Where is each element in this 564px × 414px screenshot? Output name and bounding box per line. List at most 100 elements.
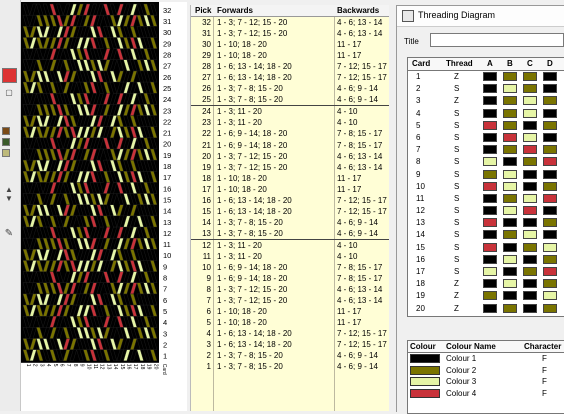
hole-cell-b[interactable] [503,145,517,155]
hole-cell-d[interactable] [543,132,557,142]
card-row[interactable]: 4S [408,108,564,120]
hole-cell-a[interactable] [483,120,497,130]
hole-cell-c[interactable] [523,193,537,203]
colour-swatch[interactable] [410,354,440,363]
hole-cell-d[interactable] [543,72,557,81]
stamp-tool-icon[interactable]: ✎ [3,229,15,239]
thread-direction[interactable]: S [454,120,459,132]
pick-row[interactable]: 20 1 - 3; 7 - 12; 15 - 20 4 - 6; 13 - 14 [191,151,389,162]
card-row[interactable]: 15 S [408,242,564,254]
hole-cell-d[interactable] [543,242,557,252]
hole-cell-a[interactable] [483,303,497,313]
hole-cell-b[interactable] [503,96,517,106]
pick-row[interactable]: 4 1 - 6; 13 - 14; 18 - 20 7 - 12; 15 - 17 [191,328,389,339]
pick-row[interactable]: 13 1 - 3; 7 - 8; 15 - 20 4 - 6; 9 - 14 [191,228,389,240]
hole-cell-b[interactable] [503,181,517,191]
hole-cell-b[interactable] [503,254,517,264]
hole-cell-d[interactable] [543,303,557,313]
hole-cell-b[interactable] [503,206,517,216]
hole-cell-c[interactable] [523,230,537,240]
card-row[interactable]: 5S [408,120,564,132]
pick-row[interactable]: 16 1 - 6; 13 - 14; 18 - 20 7 - 12; 15 - 17 [191,195,389,206]
hole-cell-a[interactable] [483,84,497,94]
pick-row[interactable]: 5 1 - 10; 18 - 20 11 - 17 [191,317,389,328]
hole-cell-d[interactable] [543,84,557,94]
hole-cell-c[interactable] [523,242,537,252]
hole-cell-d[interactable] [543,108,557,118]
hole-cell-b[interactable] [503,242,517,252]
hole-cell-d[interactable] [543,181,557,191]
pattern-preview[interactable]: 32 31 30 29 28 27 26 25 24 23 22 21 20 19 18 17 16 15 14 13… [21,2,187,411]
card-row[interactable]: 1Z [408,71,564,83]
card-row[interactable]: 17 S [408,266,564,278]
hole-cell-c[interactable] [523,181,537,191]
hole-cell-a[interactable] [483,108,497,118]
hole-cell-c[interactable] [523,206,537,216]
thread-direction[interactable]: S [454,242,459,254]
pick-row[interactable]: 29 1 - 10; 18 - 20 11 - 17 [191,50,389,61]
hole-cell-c[interactable] [523,157,537,167]
pick-row[interactable]: 30 1 - 10; 18 - 20 11 - 17 [191,39,389,50]
pick-row[interactable]: 10 1 - 6; 9 - 14; 18 - 20 7 - 8; 15 - 17 [191,262,389,273]
hole-cell-d[interactable] [543,169,557,179]
thread-direction[interactable]: S [454,254,459,266]
pick-row[interactable]: 32 1 - 3; 7 - 12; 15 - 20 4 - 6; 13 - 14 [191,17,389,28]
hole-cell-b[interactable] [503,230,517,240]
hole-cell-c[interactable] [523,218,537,228]
hole-cell-a[interactable] [483,157,497,167]
hole-cell-c[interactable] [523,279,537,289]
title-input[interactable] [430,33,564,47]
hole-cell-a[interactable] [483,72,497,81]
pick-row[interactable]: 18 1 - 10; 18 - 20 11 - 17 [191,173,389,184]
card-row[interactable]: 7S [408,144,564,156]
colour-swatch[interactable] [410,365,440,375]
hole-cell-b[interactable] [503,279,517,289]
hole-cell-d[interactable] [543,96,557,106]
hole-cell-d[interactable] [543,230,557,240]
hole-cell-b[interactable] [503,267,517,276]
thread-direction[interactable]: S [454,144,459,156]
hole-cell-d[interactable] [543,145,557,155]
pick-row[interactable]: 21 1 - 6; 9 - 14; 18 - 20 7 - 8; 15 - 17 [191,140,389,151]
thread-direction[interactable]: Z [454,95,459,107]
hole-cell-b[interactable] [503,169,517,179]
hole-cell-d[interactable] [543,279,557,289]
card-row[interactable]: 2S [408,83,564,95]
palette-swatch-brown[interactable] [2,127,10,135]
pick-row[interactable]: 15 1 - 6; 13 - 14; 18 - 20 7 - 12; 15 - 17 [191,206,389,217]
pick-row[interactable]: 17 1 - 10; 18 - 20 11 - 17 [191,184,389,195]
hole-cell-c[interactable] [523,108,537,118]
pick-row[interactable]: 22 1 - 6; 9 - 14; 18 - 20 7 - 8; 15 - 17 [191,128,389,139]
hole-cell-b[interactable] [503,157,517,167]
hole-cell-b[interactable] [503,132,517,142]
thread-direction[interactable]: Z [454,71,459,83]
hole-cell-b[interactable] [503,108,517,118]
card-row[interactable]: 6S [408,132,564,144]
hole-cell-a[interactable] [483,242,497,252]
hole-cell-c[interactable] [523,84,537,94]
palette-swatch-green[interactable] [2,138,10,146]
card-row[interactable]: 18 Z [408,278,564,290]
pick-row[interactable]: 7 1 - 3; 7 - 12; 15 - 20 4 - 6; 13 - 14 [191,295,389,306]
hole-cell-b[interactable] [503,72,517,81]
hole-cell-d[interactable] [543,193,557,203]
hole-cell-a[interactable] [483,169,497,179]
hole-cell-d[interactable] [543,206,557,216]
card-row[interactable]: 20 Z [408,303,564,315]
card-row[interactable]: 14 S [408,229,564,241]
pick-row[interactable]: 6 1 - 10; 18 - 20 11 - 17 [191,306,389,317]
hole-cell-d[interactable] [543,157,557,167]
card-row[interactable]: 16 S [408,254,564,266]
card-row[interactable]: 10 S [408,181,564,193]
pick-row[interactable]: 28 1 - 6; 13 - 14; 18 - 20 7 - 12; 15 - 17 [191,61,389,72]
card-row[interactable]: 19 Z [408,290,564,302]
hole-cell-a[interactable] [483,267,497,276]
pick-row[interactable]: 8 1 - 3; 7 - 12; 15 - 20 4 - 6; 13 - 14 [191,284,389,295]
thread-direction[interactable]: S [454,181,459,193]
current-colour-red-swatch[interactable] [2,68,17,83]
hole-cell-d[interactable] [543,254,557,264]
pick-row[interactable]: 31 1 - 3; 7 - 12; 15 - 20 4 - 6; 13 - 14 [191,28,389,39]
thread-direction[interactable]: Z [454,290,459,302]
pick-row[interactable]: 25 1 - 3; 7 - 8; 15 - 20 4 - 6; 9 - 14 [191,94,389,107]
pick-row[interactable]: 3 1 - 6; 13 - 14; 18 - 20 7 - 12; 15 - 17 [191,339,389,350]
